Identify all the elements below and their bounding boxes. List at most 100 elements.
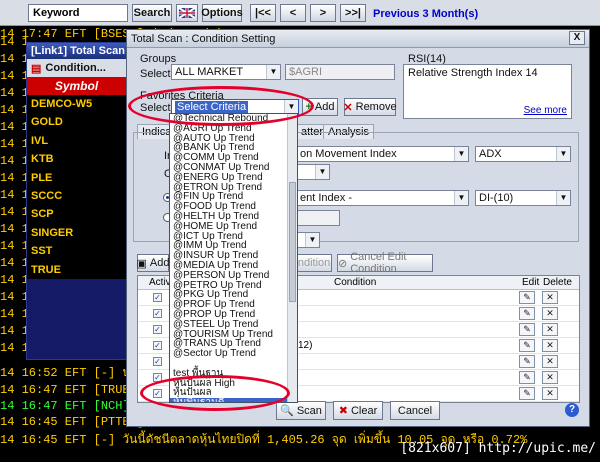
ticker-line: 14 1 (0, 273, 29, 287)
options-button[interactable]: Options (201, 4, 243, 22)
dropdown-item[interactable]: หุ้นพื้นฐานดี (170, 398, 297, 402)
ticker-line: 14 1 (0, 290, 29, 304)
watermark: [821x607] http://upic.me/ (400, 441, 596, 456)
ticker-line: 14 1 (0, 120, 29, 134)
active-checkbox[interactable]: ✓ (153, 357, 162, 366)
edit-pencil-icon[interactable]: ✎ (519, 387, 535, 400)
delete-x-icon[interactable]: ✕ (542, 323, 558, 336)
condition-cell-text: 12) (298, 340, 313, 351)
ticker-line: 14 1 (0, 171, 29, 185)
symbol-row[interactable]: TRUE (27, 261, 126, 279)
ticker-line: 14 16:47 EFT [NCH] N (0, 399, 145, 413)
delete-x-icon[interactable]: ✕ (542, 355, 558, 368)
ticker-line: 14 1 (0, 188, 29, 202)
ticker-line: 14 1 (0, 222, 29, 236)
indicator-select-2[interactable]: ent Index - ▼ (296, 190, 469, 206)
scan-label: Scan (296, 404, 322, 417)
symbol-row[interactable]: SINGER (27, 224, 126, 242)
symbol-row[interactable]: SCCC (27, 187, 126, 205)
active-checkbox[interactable]: ✓ (153, 373, 162, 382)
active-checkbox[interactable]: ✓ (153, 309, 162, 318)
cancel-edit-label: Cancel Edit Condition (350, 251, 407, 275)
criteria-description-box: Relative Strength Index 14 See more (403, 64, 572, 119)
delete-x-icon[interactable]: ✕ (542, 291, 558, 304)
cancel-button[interactable]: Cancel (390, 401, 440, 420)
plus-icon: + (305, 101, 312, 113)
chevron-down-icon: ▼ (454, 147, 468, 161)
ticker-line: 14 1 (0, 35, 29, 49)
symbol-row[interactable]: IVL (27, 132, 126, 150)
dropdown-scrollbar[interactable] (287, 114, 297, 402)
period-select[interactable]: ▼ (296, 232, 320, 248)
symbol-row[interactable]: SST (27, 242, 126, 260)
period-label[interactable]: Previous 3 Month(s) (373, 8, 478, 20)
add-favorite-label: Add (314, 101, 335, 113)
symbol-row[interactable]: GOLD (27, 113, 126, 131)
ticker-line: 14 1 (0, 52, 29, 66)
symbol-column-header[interactable]: Symbol (27, 77, 126, 95)
cancel-edit-condition-button[interactable]: ⊘ Cancel Edit Condition (337, 251, 433, 275)
flag-icon[interactable] (176, 4, 198, 22)
chevron-down-icon: ▼ (556, 147, 570, 161)
remove-favorite-button[interactable]: ✕ Remove (343, 98, 397, 116)
ticker-line: 14 1 (0, 205, 29, 219)
delete-x-icon[interactable]: ✕ (542, 307, 558, 320)
dialog-title-text: Total Scan : Condition Setting (131, 33, 276, 45)
ticker-line: 14 1 (0, 307, 29, 321)
operator-select[interactable]: ▼ (296, 164, 330, 180)
active-checkbox[interactable]: ✓ (153, 325, 162, 334)
active-checkbox[interactable]: ✓ (153, 341, 162, 350)
delete-column-header: Delete (543, 277, 572, 288)
ticker-line: 14 1 (0, 324, 29, 338)
ticker-line: 14 16:47 EFT [TRUE] (0, 383, 137, 397)
add-favorite-button[interactable]: + Add (302, 98, 338, 116)
edit-pencil-icon[interactable]: ✎ (519, 307, 535, 320)
chevron-down-icon: ▼ (315, 165, 329, 179)
ticker-line: 14 1 (0, 69, 29, 83)
last-page-button[interactable]: >>| (340, 4, 366, 22)
edit-pencil-icon[interactable]: ✎ (519, 371, 535, 384)
group-select[interactable]: ALL MARKET ▼ (171, 64, 281, 80)
close-icon[interactable]: X (569, 31, 585, 45)
active-checkbox[interactable]: ✓ (153, 293, 162, 302)
symbol-row[interactable]: KTB (27, 150, 126, 168)
symbol-row[interactable]: DEMCO-W5 (27, 95, 126, 113)
scan-button[interactable]: 🔍 Scan (276, 401, 326, 420)
dropdown-scrollbar-thumb[interactable] (289, 182, 296, 302)
clear-icon: ✖ (338, 405, 348, 417)
condition-column-header: Condition (334, 277, 377, 288)
indicator-param-select-1[interactable]: ADX ▼ (475, 146, 571, 162)
compare-value-input[interactable] (296, 210, 340, 226)
ticker-line: 14 16:45 EFT [PTTEP] (0, 415, 145, 429)
edit-pencil-icon[interactable]: ✎ (519, 323, 535, 336)
delete-x-icon[interactable]: ✕ (542, 387, 558, 400)
keyword-field[interactable]: Keyword (28, 4, 128, 22)
clear-button[interactable]: ✖ Clear (333, 401, 383, 420)
first-page-button[interactable]: |<< (250, 4, 276, 22)
dropdown-item[interactable]: @Sector Up Trend (170, 349, 297, 359)
indicator-select-2-value: ent Index - (300, 192, 352, 204)
see-more-link[interactable]: See more (524, 105, 567, 116)
indicator-select-1[interactable]: on Movement Index ▼ (296, 146, 469, 162)
edit-pencil-icon[interactable]: ✎ (519, 355, 535, 368)
condition-button[interactable]: Condition... (45, 62, 105, 74)
add-condition-button[interactable]: ▣ Add (137, 254, 170, 272)
prev-page-button[interactable]: < (280, 4, 306, 22)
scan-window-toolbar: ▤ Condition... (27, 59, 126, 77)
symbol-row[interactable]: SCP (27, 205, 126, 223)
next-page-button[interactable]: > (310, 4, 336, 22)
symbol-row[interactable]: PLE (27, 169, 126, 187)
active-checkbox[interactable]: ✓ (153, 389, 162, 398)
indicator-select-1-value: on Movement Index (300, 148, 397, 160)
ticker-line: 14 1 (0, 103, 29, 117)
search-button[interactable]: Search (132, 4, 172, 22)
delete-x-icon[interactable]: ✕ (542, 339, 558, 352)
edit-pencil-icon[interactable]: ✎ (519, 291, 535, 304)
indicator-param-select-2[interactable]: DI-(10) ▼ (475, 190, 571, 206)
delete-x-icon[interactable]: ✕ (542, 371, 558, 384)
group-sub-select[interactable]: $AGRI (285, 64, 395, 80)
scan-window-footer (27, 279, 126, 359)
remove-favorite-label: Remove (355, 101, 397, 113)
edit-pencil-icon[interactable]: ✎ (519, 339, 535, 352)
help-icon[interactable]: ? (565, 403, 579, 417)
